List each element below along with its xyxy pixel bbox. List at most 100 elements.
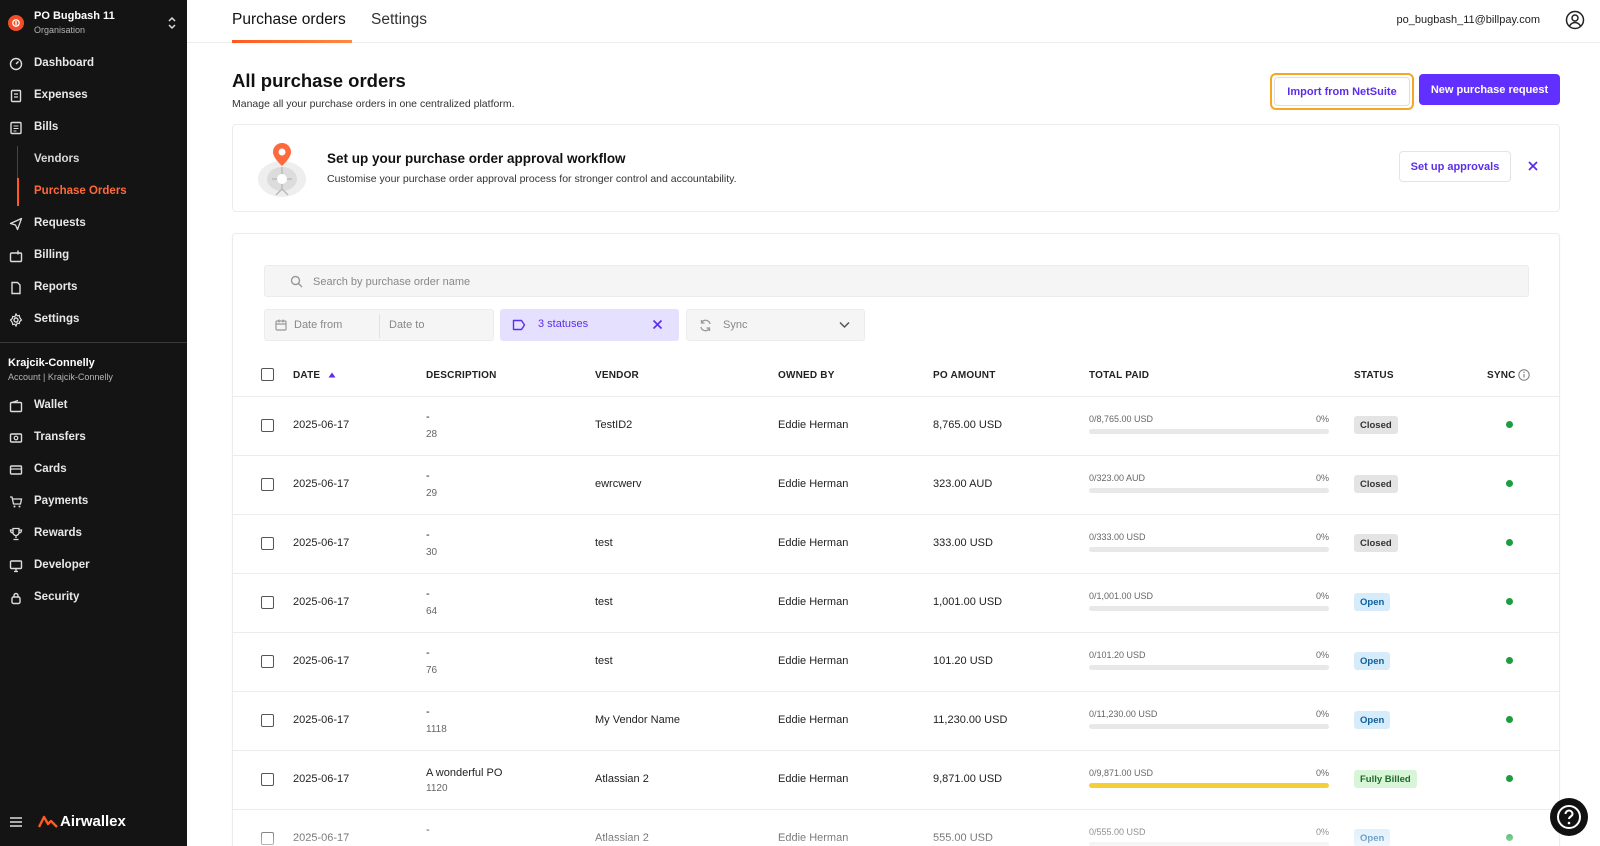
row-total-paid: 0/8,765.00 USD (1089, 414, 1154, 424)
chevron-up-down-icon[interactable] (166, 15, 178, 31)
row-paid-progress (1089, 842, 1329, 846)
row-checkbox[interactable] (261, 773, 274, 786)
column-header-description: DESCRIPTION (426, 370, 497, 381)
row-owner: Eddie Herman (778, 478, 849, 490)
sidebar-item-developer[interactable]: Developer (0, 552, 187, 580)
active-tab-indicator (232, 40, 352, 43)
sync-status-dot (1506, 775, 1513, 782)
status-badge: Open (1354, 711, 1391, 729)
tab-settings[interactable]: Settings (371, 11, 427, 29)
sync-status-dot (1506, 539, 1513, 546)
sidebar-item-transfers[interactable]: Transfers (0, 424, 187, 452)
sidebar-item-vendors[interactable]: Vendors (0, 146, 187, 174)
row-date: 2025-06-17 (293, 714, 350, 726)
clear-status-icon[interactable] (652, 319, 663, 330)
row-paid-progress (1089, 783, 1329, 788)
close-icon[interactable] (1526, 159, 1540, 173)
sync-status-dot (1506, 598, 1513, 605)
search-input[interactable] (313, 272, 1213, 292)
dashboard-icon (9, 57, 23, 71)
row-owner: Eddie Herman (778, 655, 849, 667)
row-checkbox[interactable] (261, 596, 274, 609)
row-date: 2025-06-17 (293, 773, 350, 785)
column-header-status: STATUS (1354, 370, 1394, 381)
sidebar-item-label: Requests (34, 217, 86, 229)
menu-icon[interactable] (10, 817, 22, 827)
row-total-paid: 0/333.00 USD (1089, 532, 1146, 542)
sidebar-item-reports[interactable]: Reports (0, 274, 187, 302)
date-from-input[interactable]: Date from (294, 319, 342, 331)
calendar-icon (275, 319, 287, 331)
row-checkbox[interactable] (261, 419, 274, 432)
column-header-sync: SYNC (1487, 370, 1516, 381)
sync-filter[interactable]: Sync (686, 309, 865, 341)
row-po-amount: 323.00 AUD (933, 478, 993, 490)
sidebar-item-settings[interactable]: Settings (0, 306, 187, 334)
sort-ascending-icon[interactable] (328, 372, 336, 378)
sidebar-item-payments[interactable]: Payments (0, 488, 187, 516)
sidebar-item-label: Expenses (34, 89, 88, 101)
sidebar-item-wallet[interactable]: Wallet (0, 392, 187, 420)
info-icon[interactable] (1518, 369, 1530, 381)
sidebar-item-label: Payments (34, 495, 89, 507)
row-owner: Eddie Herman (778, 419, 849, 431)
row-description: - (426, 647, 430, 659)
row-checkbox[interactable] (261, 478, 274, 491)
row-description: - (426, 824, 430, 836)
sidebar-item-billing[interactable]: Billing (0, 242, 187, 270)
sidebar-item-purchase-orders[interactable]: Purchase Orders (0, 178, 187, 206)
sidebar-item-dashboard[interactable]: Dashboard (0, 50, 187, 78)
org-switcher[interactable]: PO Bugbash 11 Organisation (8, 9, 178, 39)
select-all-checkbox[interactable] (261, 368, 274, 381)
user-avatar-icon[interactable] (1565, 10, 1585, 30)
row-description: - (426, 529, 430, 541)
help-button[interactable] (1550, 798, 1588, 836)
row-paid-percent: 0% (1315, 768, 1329, 778)
row-checkbox[interactable] (261, 832, 274, 845)
status-filter[interactable]: 3 statuses (500, 309, 679, 341)
row-owner: Eddie Herman (778, 596, 849, 608)
status-badge: Closed (1354, 416, 1398, 434)
wallet-icon (9, 399, 23, 413)
sync-status-dot (1506, 834, 1513, 841)
import-netsuite-button[interactable]: Import from NetSuite (1270, 73, 1414, 110)
sidebar-item-rewards[interactable]: Rewards (0, 520, 187, 548)
row-checkbox[interactable] (261, 714, 274, 727)
sidebar-item-security[interactable]: Security (0, 584, 187, 612)
row-total-paid: 0/555.00 USD (1089, 827, 1146, 837)
row-vendor: Atlassian 2 (595, 773, 649, 785)
sidebar-item-bills[interactable]: Bills (0, 114, 187, 142)
row-date: 2025-06-17 (293, 655, 350, 667)
report-icon (11, 281, 21, 295)
row-paid-progress (1089, 429, 1329, 434)
row-po-number: 1120 (426, 783, 448, 794)
search-bar[interactable] (264, 265, 1529, 297)
row-date: 2025-06-17 (293, 537, 350, 549)
row-vendor: My Vendor Name (595, 714, 680, 726)
tab-purchase-orders[interactable]: Purchase orders (232, 11, 346, 29)
trophy-icon (9, 527, 23, 541)
sidebar-item-label: Dashboard (34, 57, 95, 69)
row-date: 2025-06-17 (293, 419, 350, 431)
sidebar-item-expenses[interactable]: Expenses (0, 82, 187, 110)
set-up-approvals-button[interactable]: Set up approvals (1399, 151, 1511, 182)
row-total-paid: 0/11,230.00 USD (1089, 709, 1158, 719)
row-po-number: 76 (426, 665, 438, 676)
receipt-icon (10, 89, 22, 103)
sidebar-item-label: Settings (34, 313, 80, 325)
row-date: 2025-06-17 (293, 596, 350, 608)
column-header-date[interactable]: DATE (293, 370, 320, 381)
airwallex-logo: Airwallex (38, 813, 126, 830)
sidebar-item-requests[interactable]: Requests (0, 210, 187, 238)
sidebar-item-label: Vendors (34, 153, 80, 165)
row-checkbox[interactable] (261, 655, 274, 668)
date-to-input[interactable]: Date to (389, 319, 424, 331)
row-checkbox[interactable] (261, 537, 274, 550)
row-paid-percent: 0% (1315, 709, 1329, 719)
row-total-paid: 0/101.20 USD (1089, 650, 1146, 660)
new-purchase-request-button[interactable]: New purchase request (1419, 74, 1560, 105)
account-subtitle: Account | Krajcik-Connelly (8, 372, 113, 382)
date-range-filter[interactable]: Date from Date to (264, 309, 494, 341)
status-badge: Open (1354, 593, 1391, 611)
sidebar-item-cards[interactable]: Cards (0, 456, 187, 484)
